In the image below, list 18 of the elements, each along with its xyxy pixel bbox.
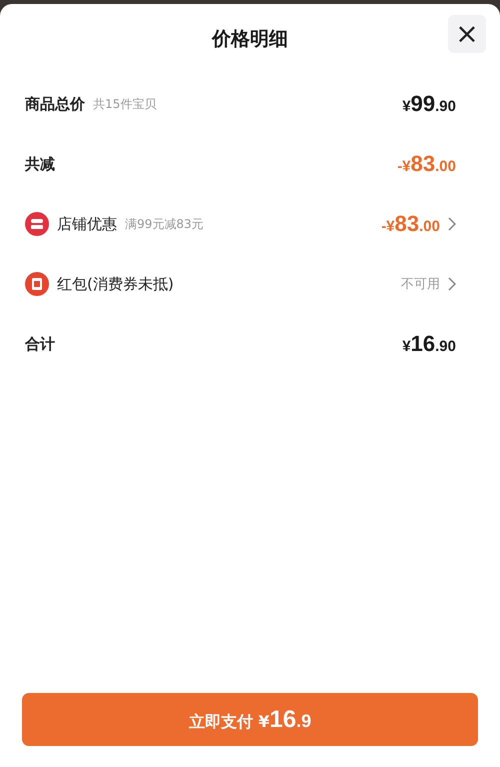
row-label: 共减 <box>25 154 55 174</box>
sheet-title: 价格明细 <box>212 27 288 52</box>
row-label: 商品总价 <box>25 94 85 114</box>
shop-icon <box>25 212 49 236</box>
price-amount: ¥16.90 <box>402 331 456 357</box>
row-label: 合计 <box>25 334 55 354</box>
row-note: 满99元减83元 <box>125 216 204 232</box>
chevron-icon[interactable] <box>448 277 456 291</box>
price-amount: -¥83.00 <box>381 211 440 237</box>
chevron-icon[interactable] <box>448 217 456 231</box>
price-amount: -¥83.00 <box>397 151 456 177</box>
close-button[interactable]: × <box>448 15 486 53</box>
row-label: 红包(消费券未抵) <box>57 274 174 294</box>
status-text: 不可用 <box>401 276 440 293</box>
price-amount: ¥99.90 <box>402 91 456 117</box>
row-note: 共15件宝贝 <box>93 96 156 112</box>
row-label: 店铺优惠 <box>57 214 117 234</box>
packet-icon <box>25 272 49 296</box>
